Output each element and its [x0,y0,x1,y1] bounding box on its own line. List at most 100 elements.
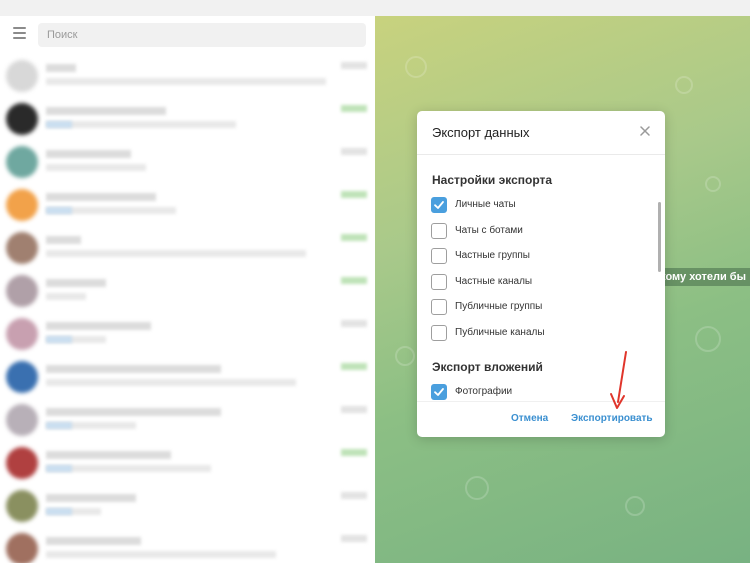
chat-name-blurred [46,537,141,545]
chat-badge-blurred [341,363,367,370]
avatar [6,404,38,436]
export-option-checkbox[interactable]: Чаты с ботами [431,222,651,241]
chat-preview-sender-blurred [46,508,72,515]
chat-list-item[interactable] [0,226,375,269]
export-option-checkbox[interactable]: Публичные каналы [431,325,651,343]
chat-name-blurred [46,107,166,115]
avatar [6,361,38,393]
annotation-arrow-icon [610,351,627,409]
chat-preview-sender-blurred [46,465,72,472]
checkbox-checked-icon[interactable] [431,197,447,213]
avatar [6,490,38,522]
chat-list-item[interactable] [0,312,375,355]
wallpaper-doodle [395,346,415,366]
chat-preview-blurred [46,121,236,128]
chat-list-item[interactable] [0,441,375,484]
cancel-button[interactable]: Отмена [511,413,548,424]
search-input[interactable]: Поиск [38,23,366,47]
chat-badge-blurred [341,105,367,112]
section-title-attachments: Экспорт вложений [432,360,543,374]
avatar [6,60,38,92]
chat-badge-blurred [341,449,367,456]
chat-name-blurred [46,64,76,72]
chat-name-blurred [46,451,171,459]
avatar [6,103,38,135]
wallpaper-doodle [465,476,489,500]
export-option-label: Публичные каналы [455,327,545,338]
chat-time-blurred [341,62,367,69]
chat-time-blurred [341,320,367,327]
chat-list-item[interactable] [0,355,375,398]
chat-list-item[interactable] [0,484,375,527]
chat-time-blurred [341,406,367,413]
export-option-label: Публичные группы [455,301,543,313]
export-option-label: Частные группы [455,250,530,262]
chat-list-item[interactable] [0,527,375,563]
checkbox-unchecked-icon[interactable] [431,299,447,316]
checkbox-unchecked-icon[interactable] [431,248,447,265]
chat-list-item[interactable] [0,398,375,441]
chat-name-blurred [46,365,221,373]
avatar [6,189,38,221]
dialog-title: Экспорт данных [432,125,530,140]
wallpaper-doodle [625,496,645,516]
chat-preview-blurred [46,379,296,386]
checkbox-checked-icon[interactable] [431,384,447,400]
top-strip [0,0,750,16]
chat-name-blurred [46,322,151,330]
chat-list-item[interactable] [0,97,375,140]
export-option-label: Частные каналы [455,275,533,287]
chat-preview-blurred [46,78,326,85]
menu-icon[interactable] [8,24,30,44]
wallpaper-doodle [675,76,693,94]
avatar [6,146,38,178]
export-option-checkbox[interactable]: Частные группы [431,248,651,266]
export-option-label: Чаты с ботами [455,224,523,236]
export-option-checkbox[interactable]: Публичные группы [431,299,651,317]
checkbox-unchecked-icon[interactable] [431,325,447,341]
chat-name-blurred [46,279,106,287]
checkbox-unchecked-icon[interactable] [431,222,447,239]
chat-name-blurred [46,150,131,158]
wallpaper-doodle [405,56,427,78]
avatar [6,275,38,307]
export-option-checkbox[interactable]: Личные чаты [431,197,651,215]
avatar [6,232,38,264]
chat-badge-blurred [341,234,367,241]
chat-name-blurred [46,193,156,201]
chat-list-item[interactable] [0,140,375,183]
chat-list-panel: Поиск [0,16,375,563]
chat-preview-sender-blurred [46,121,72,128]
dialog-scrollbar[interactable] [658,202,661,272]
chat-list-item[interactable] [0,183,375,226]
wallpaper-doodle [705,176,721,192]
chat-preview-blurred [46,551,276,558]
chat-preview-sender-blurred [46,207,72,214]
chat-badge-blurred [341,191,367,198]
export-option-label: Фотографии [455,386,513,397]
chat-badge-blurred [341,277,367,284]
chat-time-blurred [341,535,367,542]
chat-name-blurred [46,408,221,416]
avatar [6,318,38,350]
checkbox-unchecked-icon[interactable] [431,273,447,290]
chat-time-blurred [341,148,367,155]
chat-preview-blurred [46,250,306,257]
chat-list-item[interactable] [0,269,375,312]
section-title-settings: Настройки экспорта [432,173,553,187]
chat-list-item[interactable] [0,54,375,97]
export-button[interactable]: Экспортировать [571,413,653,424]
chat-preview-sender-blurred [46,336,72,343]
avatar [6,533,38,563]
chat-name-blurred [46,494,136,502]
chat-time-blurred [341,492,367,499]
avatar [6,447,38,479]
chat-preview-blurred [46,164,146,171]
export-option-checkbox[interactable]: Частные каналы [431,273,651,292]
chat-name-blurred [46,236,81,244]
close-icon[interactable] [637,123,653,139]
chat-preview-blurred [46,293,86,300]
export-option-label: Личные чаты [455,199,516,210]
chat-preview-sender-blurred [46,422,72,429]
wallpaper-doodle [695,326,721,352]
